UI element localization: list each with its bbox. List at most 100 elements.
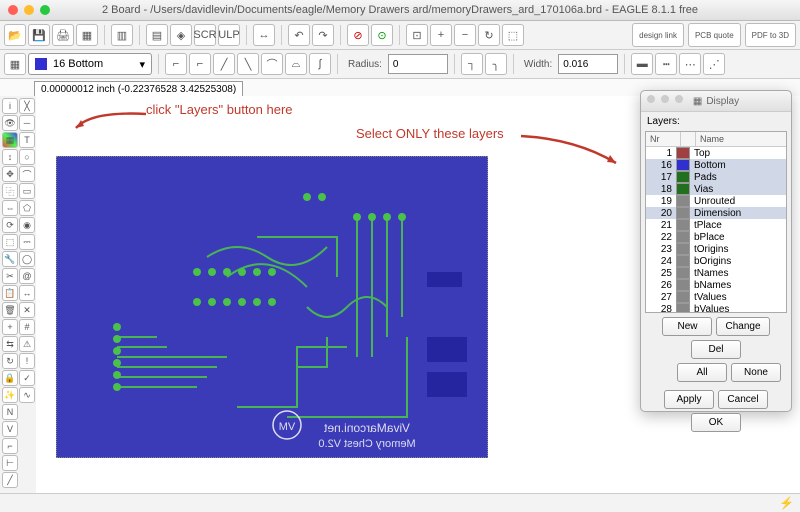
rotate-icon[interactable]: ⟳ [2, 217, 18, 233]
circle-icon[interactable]: ○ [19, 149, 35, 165]
layer-row[interactable]: 25tNames [646, 267, 786, 279]
layer-row[interactable]: 27tValues [646, 291, 786, 303]
route-icon[interactable]: ╱ [2, 472, 18, 488]
rect-icon[interactable]: ▭ [19, 183, 35, 199]
polygon-icon[interactable]: ⬠ [19, 200, 35, 216]
dialog-close-icon[interactable] [647, 95, 655, 103]
wirestyle-2-icon[interactable]: ⌐ [189, 53, 211, 75]
radius-input[interactable]: 0 [388, 54, 448, 74]
library-icon[interactable]: ◈ [170, 24, 192, 46]
add-icon[interactable]: + [2, 319, 18, 335]
print-icon[interactable]: 🖨 [52, 24, 74, 46]
show-icon[interactable]: 👁 [2, 115, 18, 131]
board-icon[interactable]: ▥ [111, 24, 133, 46]
wirestyle-1-icon[interactable]: ⌐ [165, 53, 187, 75]
group-icon[interactable]: ⬚ [2, 234, 18, 250]
none-button[interactable]: None [731, 363, 781, 382]
zoom-in-icon[interactable]: + [430, 24, 452, 46]
error-icon[interactable]: ! [19, 353, 35, 369]
layer-list[interactable]: NrName 1Top16Bottom17Pads18Vias19Unroute… [645, 131, 787, 313]
layer-row[interactable]: 17Pads [646, 171, 786, 183]
layer-row[interactable]: 19Unrouted [646, 195, 786, 207]
minimize-icon[interactable] [24, 5, 34, 15]
info-icon[interactable]: i [2, 98, 18, 114]
layer-row[interactable]: 18Vias [646, 183, 786, 195]
layer-row[interactable]: 26bNames [646, 279, 786, 291]
smash-icon[interactable]: ✨ [2, 387, 18, 403]
split-icon[interactable]: ⊢ [2, 455, 18, 471]
move-icon[interactable]: ✥ [2, 166, 18, 182]
close-icon[interactable] [8, 5, 18, 15]
width-input[interactable]: 0.016 [558, 54, 618, 74]
layer-row[interactable]: 28bValues [646, 303, 786, 313]
erc-icon[interactable]: ⚠ [19, 336, 35, 352]
miter-2-icon[interactable]: ╮ [485, 53, 507, 75]
miter-1-icon[interactable]: ┐ [461, 53, 483, 75]
via-icon[interactable]: ◉ [19, 217, 35, 233]
zoom-out-icon[interactable]: − [454, 24, 476, 46]
layer-dropdown[interactable]: 16 Bottom ▾ [28, 53, 152, 75]
arc-icon[interactable]: ⌒ [19, 166, 35, 182]
zoom-fit-icon[interactable]: ⊡ [406, 24, 428, 46]
layer-row[interactable]: 20Dimension [646, 207, 786, 219]
style-1-icon[interactable]: ▬ [631, 53, 653, 75]
mark-icon[interactable]: ↕ [2, 149, 18, 165]
layer-row[interactable]: 21tPlace [646, 219, 786, 231]
all-button[interactable]: All [677, 363, 727, 382]
new-button[interactable]: New [662, 317, 712, 336]
style-4-icon[interactable]: ⋰ [703, 53, 725, 75]
wirestyle-7-icon[interactable]: ∫ [309, 53, 331, 75]
cut-icon[interactable]: ✂ [2, 268, 18, 284]
del-button[interactable]: Del [691, 340, 741, 359]
apply-button[interactable]: Apply [664, 390, 714, 409]
name-icon[interactable]: N [2, 404, 18, 420]
paste-icon[interactable]: 📋 [2, 285, 18, 301]
layer-row[interactable]: 24bOrigins [646, 255, 786, 267]
pinswap-icon[interactable]: ⇆ [2, 336, 18, 352]
cam-icon[interactable]: ▦ [76, 24, 98, 46]
copy-icon[interactable]: ⿻ [2, 183, 18, 199]
run-icon[interactable]: ULP [218, 24, 240, 46]
layer-row[interactable]: 1Top [646, 147, 786, 159]
script-icon[interactable]: SCR [194, 24, 216, 46]
drc-icon[interactable]: ✓ [19, 370, 35, 386]
undo-icon[interactable]: ↶ [288, 24, 310, 46]
meander-icon[interactable]: ∿ [19, 387, 35, 403]
layer-row[interactable]: 22bPlace [646, 231, 786, 243]
text-icon[interactable]: T [19, 132, 35, 148]
pcbquote-button[interactable]: PCB quote [688, 23, 741, 47]
value-icon[interactable]: V [2, 421, 18, 437]
cancel-icon[interactable]: ⊘ [347, 24, 369, 46]
grid-icon[interactable]: ▦ [4, 53, 26, 75]
redo-icon[interactable]: ↷ [312, 24, 334, 46]
mirror-icon[interactable]: ⇔ [2, 200, 18, 216]
zoom-select-icon[interactable]: ⬚ [502, 24, 524, 46]
hole-icon[interactable]: ◯ [19, 251, 35, 267]
replace-icon[interactable]: ↻ [2, 353, 18, 369]
lock-icon[interactable]: 🔒 [2, 370, 18, 386]
wirestyle-3-icon[interactable]: ╱ [213, 53, 235, 75]
wirestyle-5-icon[interactable]: ⌒ [261, 53, 283, 75]
cancel-button[interactable]: Cancel [718, 390, 768, 409]
style-2-icon[interactable]: ┅ [655, 53, 677, 75]
layers-button[interactable]: ▦ [2, 132, 18, 148]
wirestyle-4-icon[interactable]: ╲ [237, 53, 259, 75]
change-icon[interactable]: 🔧 [2, 251, 18, 267]
style-3-icon[interactable]: ⋯ [679, 53, 701, 75]
open-icon[interactable]: 📂 [4, 24, 26, 46]
dimension-icon[interactable]: ↔ [19, 285, 35, 301]
layer-row[interactable]: 23tOrigins [646, 243, 786, 255]
miter-tool-icon[interactable]: ⌐ [2, 438, 18, 454]
delete-icon[interactable]: 🗑 [2, 302, 18, 318]
save-icon[interactable]: 💾 [28, 24, 50, 46]
schematic-icon[interactable]: ↔ [253, 24, 275, 46]
designlink-button[interactable]: design link [632, 23, 684, 47]
zoom-redraw-icon[interactable]: ↻ [478, 24, 500, 46]
ratsnest-icon[interactable]: ✕ [19, 302, 35, 318]
zoom-icon[interactable] [40, 5, 50, 15]
ok-button[interactable]: OK [691, 413, 741, 432]
layer-row[interactable]: 16Bottom [646, 159, 786, 171]
sheet-icon[interactable]: ▤ [146, 24, 168, 46]
attribute-icon[interactable]: @ [19, 268, 35, 284]
change-button[interactable]: Change [716, 317, 769, 336]
